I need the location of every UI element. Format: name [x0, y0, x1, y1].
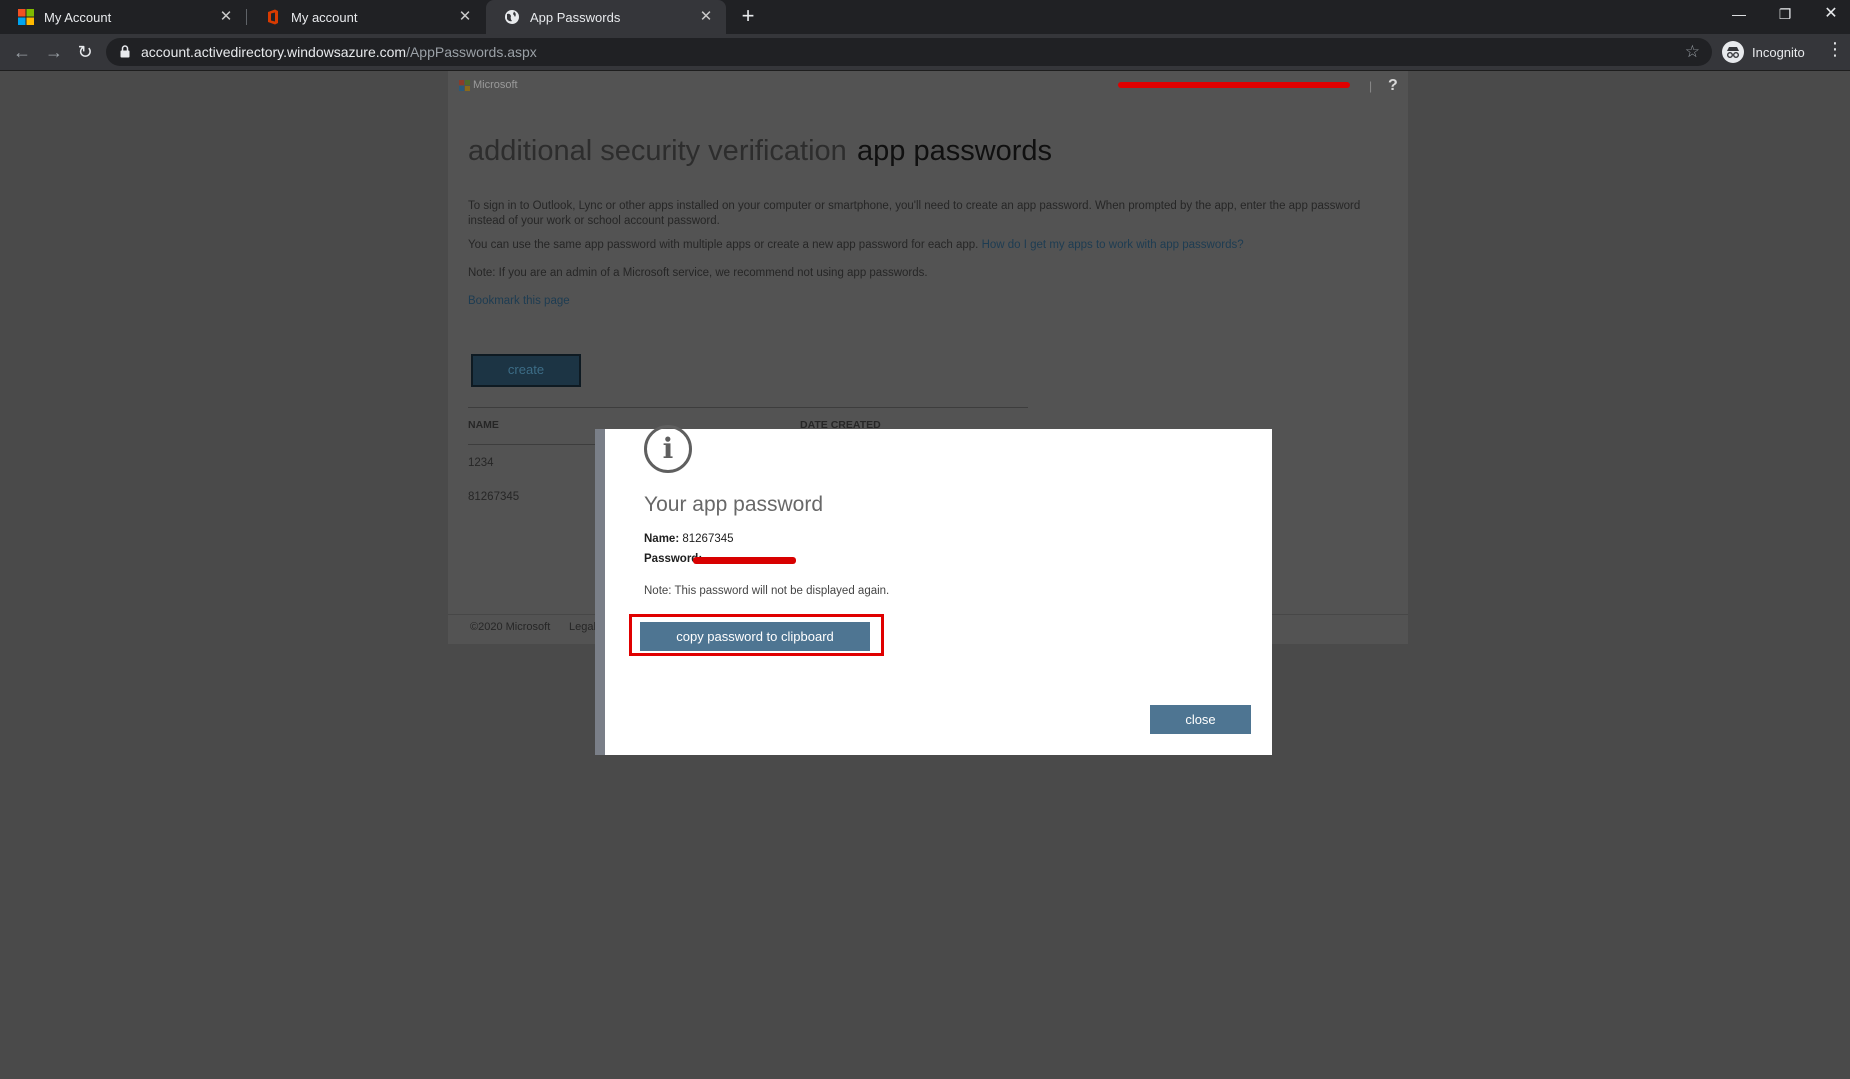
- close-tab-icon[interactable]: ✕: [698, 9, 714, 25]
- header-divider: |: [1369, 79, 1373, 93]
- legal-link[interactable]: Legal: [569, 621, 596, 633]
- office-logo-icon: [268, 9, 278, 25]
- dialog-title: Your app password: [644, 493, 824, 516]
- browser-toolbar: ← → ↻ account.activedirectory.windowsazu…: [0, 34, 1850, 71]
- tab-additional-security-verification[interactable]: additional security verification: [468, 135, 847, 168]
- close-window-icon[interactable]: ✕: [1808, 0, 1850, 30]
- info-icon: i: [644, 425, 692, 473]
- minimize-icon[interactable]: —: [1716, 0, 1762, 30]
- brand-name: Microsoft: [473, 79, 518, 91]
- intro-text: To sign in to Outlook, Lync or other app…: [468, 200, 1361, 227]
- forward-arrow-icon[interactable]: →: [42, 40, 66, 64]
- url-host: account.activedirectory.windowsazure.com: [141, 44, 407, 60]
- page-title: app passwords: [857, 135, 1053, 167]
- reload-icon[interactable]: ↻: [73, 40, 97, 64]
- column-header-name: NAME: [468, 419, 499, 431]
- name-label: Name:: [644, 533, 680, 545]
- microsoft-logo-icon: [459, 79, 470, 91]
- url-path: /AppPasswords.aspx: [406, 44, 537, 60]
- redacted-username[interactable]: [1118, 82, 1350, 88]
- microsoft-logo-icon: [18, 9, 34, 25]
- close-button[interactable]: close: [1150, 705, 1251, 734]
- incognito-label: Incognito: [1752, 44, 1805, 60]
- tab-label: App Passwords: [530, 9, 621, 25]
- multi-app-text: You can use the same app password with m…: [468, 238, 1388, 253]
- globe-icon: [505, 10, 519, 24]
- close-tab-icon[interactable]: ✕: [457, 9, 473, 25]
- copyright: ©2020 Microsoft: [470, 621, 551, 633]
- password-note: Note: This password will not be displaye…: [644, 585, 890, 597]
- help-icon[interactable]: ?: [1388, 77, 1398, 95]
- admin-note: Note: If you are an admin of a Microsoft…: [468, 267, 928, 279]
- bookmark-star-icon[interactable]: ☆: [1685, 42, 1700, 62]
- tab-bar: My Account ✕ My account ✕ App Passwords …: [0, 0, 1850, 34]
- incognito-icon: [1722, 41, 1744, 63]
- back-arrow-icon[interactable]: ←: [10, 40, 34, 64]
- new-tab-button[interactable]: +: [736, 5, 760, 29]
- address-bar[interactable]: account.activedirectory.windowsazure.com…: [106, 38, 1712, 66]
- multi-app-text-body: You can use the same app password with m…: [468, 239, 979, 251]
- tab-label: My Account: [44, 9, 112, 25]
- table-row: 1234: [468, 457, 494, 469]
- redacted-password[interactable]: [693, 557, 796, 564]
- create-button[interactable]: create: [471, 354, 581, 387]
- microsoft-brand: Microsoft: [459, 79, 518, 91]
- url-text: account.activedirectory.windowsazure.com…: [141, 44, 537, 60]
- tab-my-account-office[interactable]: My account ✕: [247, 0, 485, 34]
- tab-app-passwords[interactable]: App Passwords ✕: [486, 0, 726, 34]
- incognito-indicator[interactable]: Incognito: [1722, 39, 1805, 65]
- table-divider: [468, 407, 1028, 408]
- tab-my-account[interactable]: My Account ✕: [0, 0, 246, 34]
- lock-icon: [120, 45, 130, 58]
- name-row: Name: 81267345: [644, 533, 734, 545]
- name-value: 81267345: [682, 533, 734, 545]
- copy-password-button[interactable]: copy password to clipboard: [640, 622, 870, 651]
- table-row: 81267345: [468, 491, 520, 503]
- bookmark-link[interactable]: Bookmark this page: [468, 294, 570, 309]
- close-tab-icon[interactable]: ✕: [218, 9, 234, 25]
- browser-menu-icon[interactable]: ⋮: [1826, 39, 1844, 60]
- table-header-divider: [468, 444, 608, 445]
- restore-icon[interactable]: ❐: [1762, 0, 1808, 30]
- app-passwords-help-link[interactable]: How do I get my apps to work with app pa…: [982, 239, 1244, 251]
- tab-label: My account: [291, 9, 358, 25]
